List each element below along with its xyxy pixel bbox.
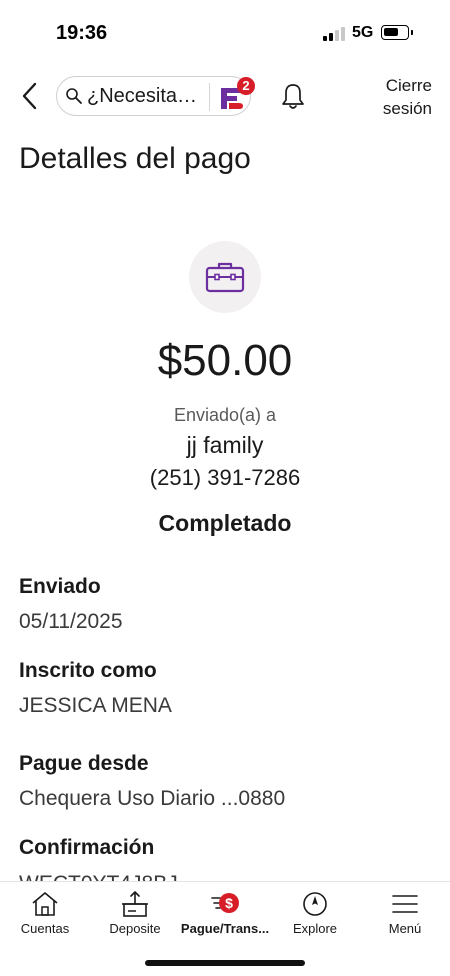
nav-explore[interactable]: Explore — [275, 882, 355, 944]
chevron-left-icon — [22, 82, 37, 110]
status-time: 19:36 — [56, 22, 108, 44]
payee-phone: (251) 391-7286 — [149, 465, 301, 490]
sent-to-label: Enviado(a) a — [173, 405, 277, 425]
sent-date-value: 05/11/2025 — [19, 610, 123, 633]
network-label: 5G — [352, 24, 374, 41]
nav-label: Menú — [388, 921, 422, 936]
payment-icon-circle — [189, 241, 261, 313]
search-icon — [66, 88, 82, 104]
page-title: Detalles del pago — [19, 142, 251, 175]
sent-date-label: Enviado — [19, 575, 101, 598]
nav-menu[interactable]: Menú — [365, 882, 445, 944]
search-placeholder: ¿Necesita… — [87, 84, 198, 107]
payee-name: jj family — [186, 432, 264, 458]
confirmation-value: WECT0YT4J8BJ — [19, 872, 178, 881]
home-icon — [32, 892, 58, 916]
nav-label: Deposite — [109, 921, 161, 936]
logout-link[interactable]: Cierre sesión — [362, 74, 432, 120]
pay-from-label: Pague desde — [19, 752, 149, 775]
signal-icon — [323, 27, 345, 41]
app-header: ¿Necesita… 2 Cierre sesión — [0, 66, 450, 126]
enrolled-as-value: JESSICA MENA — [19, 694, 172, 717]
nav-label: Explore — [292, 921, 338, 936]
menu-icon — [392, 895, 418, 913]
compass-icon — [303, 892, 327, 916]
notification-badge: 2 — [237, 77, 255, 95]
nav-cuentas[interactable]: Cuentas — [5, 882, 85, 944]
deposit-icon — [122, 891, 148, 917]
enrolled-as-label: Inscrito como — [19, 659, 157, 682]
status-bar: 19:36 5G — [0, 0, 450, 66]
home-indicator[interactable] — [145, 960, 305, 966]
bell-icon[interactable] — [279, 82, 307, 112]
pay-from-value: Chequera Uso Diario ...0880 — [19, 787, 286, 810]
nav-deposite[interactable]: Deposite — [95, 882, 175, 944]
pill-divider — [209, 83, 210, 111]
battery-tip — [411, 30, 413, 35]
back-button[interactable] — [14, 78, 44, 114]
nav-label: Cuentas — [20, 921, 70, 936]
nav-pague-trans[interactable]: $ Pague/Trans... — [180, 882, 270, 944]
payment-status: Completado — [158, 510, 292, 536]
pay-transfer-icon: $ — [211, 893, 239, 913]
nav-label: Pague/Trans... — [180, 921, 270, 936]
confirmation-label: Confirmación — [19, 836, 155, 859]
svg-text:$: $ — [225, 895, 233, 911]
briefcase-icon — [205, 262, 245, 293]
confirmation-clip: WECT0YT4J8BJ — [0, 868, 450, 881]
battery-icon — [381, 25, 409, 40]
payment-amount: $50.00 — [157, 336, 293, 385]
search-field[interactable]: ¿Necesita… 2 — [56, 76, 255, 116]
